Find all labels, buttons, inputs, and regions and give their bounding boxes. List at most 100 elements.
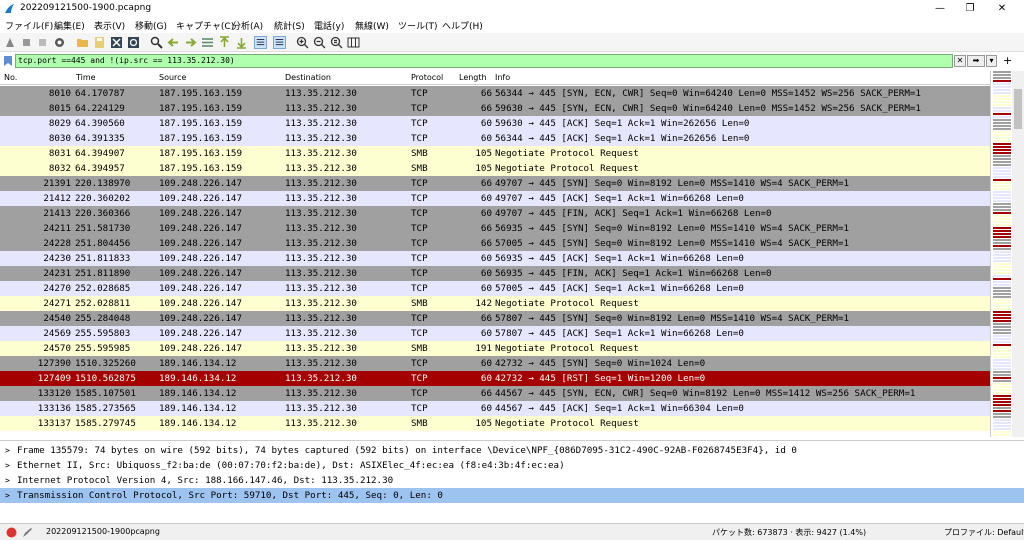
menu-capture[interactable]: キャプチャ(C)	[176, 19, 234, 32]
menu-telephony[interactable]: 電話(y)	[314, 19, 344, 32]
capture-comment-icon[interactable]	[22, 527, 33, 538]
expand-arrow-icon[interactable]: >	[5, 488, 10, 503]
maximize-button[interactable]: ❐	[956, 0, 984, 17]
packet-list[interactable]: 8010 64.170787 187.195.163.159 113.35.212.3…	[0, 86, 990, 438]
packet-source: 109.248.226.147	[159, 238, 242, 249]
zoom-out-icon[interactable]	[313, 36, 326, 49]
packet-row[interactable]: 133136 1585.273565 189.146.134.12 113.35.21…	[0, 401, 990, 416]
menu-tools[interactable]: ツール(T)	[398, 19, 438, 32]
packet-protocol: TCP	[411, 103, 428, 114]
packet-source: 189.146.134.12	[159, 373, 237, 384]
column-protocol[interactable]: Protocol	[411, 73, 443, 82]
packet-row[interactable]: 8032 64.394957 187.195.163.159 113.35.212.3…	[0, 161, 990, 176]
detail-row-ethernet[interactable]: > Ethernet II, Src: Ubiquoss_f2:ba:de (00…	[0, 458, 1024, 473]
autoscroll-icon[interactable]	[254, 36, 267, 49]
column-source[interactable]: Source	[159, 73, 186, 82]
minimize-button[interactable]: —	[926, 0, 954, 17]
packet-row[interactable]: 127409 1510.562875 189.146.134.12 113.35.21…	[0, 371, 990, 386]
close-button[interactable]: ✕	[988, 0, 1016, 17]
column-time[interactable]: Time	[76, 73, 96, 82]
packet-row[interactable]: 24270 252.028685 109.248.226.147 113.35.212…	[0, 281, 990, 296]
menu-wireless[interactable]: 無線(W)	[355, 19, 389, 32]
packet-row[interactable]: 21391 220.138970 109.248.226.147 113.35.212…	[0, 176, 990, 191]
expert-info-icon[interactable]	[6, 527, 17, 538]
column-no[interactable]: No.	[4, 73, 17, 82]
packet-row[interactable]: 24570 255.595985 109.248.226.147 113.35.212…	[0, 341, 990, 356]
column-info[interactable]: Info	[495, 73, 510, 82]
save-file-icon[interactable]	[93, 36, 106, 49]
detail-row-ipv4[interactable]: > Internet Protocol Version 4, Src: 188.1…	[0, 473, 1024, 488]
status-profile[interactable]: プロファイル: Default	[944, 527, 1024, 538]
colorize-icon[interactable]	[273, 36, 286, 49]
column-length[interactable]: Length	[459, 73, 487, 82]
packet-row[interactable]: 24231 251.811890 109.248.226.147 113.35.212…	[0, 266, 990, 281]
vertical-scrollbar[interactable]	[1012, 71, 1024, 437]
packet-row[interactable]: 133137 1585.279745 189.146.134.12 113.35.21…	[0, 416, 990, 431]
packet-row[interactable]: 127390 1510.325260 189.146.134.12 113.35.21…	[0, 356, 990, 371]
go-forward-icon[interactable]	[184, 36, 197, 49]
filter-history-button[interactable]: ▾	[986, 55, 997, 67]
packet-row[interactable]: 8031 64.394907 187.195.163.159 113.35.212.3…	[0, 146, 990, 161]
packet-row[interactable]: 24228 251.804456 109.248.226.147 113.35.212…	[0, 236, 990, 251]
menu-analyze[interactable]: 分析(A)	[232, 19, 263, 32]
detail-row-frame[interactable]: > Frame 135579: 74 bytes on wire (592 bit…	[0, 443, 1024, 458]
minimap-stripe	[993, 323, 1011, 325]
go-back-icon[interactable]	[167, 36, 180, 49]
menu-help[interactable]: ヘルプ(H)	[442, 19, 483, 32]
packet-length: 66	[480, 313, 492, 324]
packet-row[interactable]: 24569 255.595803 109.248.226.147 113.35.212…	[0, 326, 990, 341]
scrollbar-thumb[interactable]	[1014, 89, 1022, 129]
detail-row-tcp[interactable]: > Transmission Control Protocol, Src Port…	[0, 488, 1024, 503]
packet-row[interactable]: 8010 64.170787 187.195.163.159 113.35.212.3…	[0, 86, 990, 101]
packet-row[interactable]: 21412 220.360202 109.248.226.147 113.35.212…	[0, 191, 990, 206]
packet-source: 189.146.134.12	[159, 358, 237, 369]
packet-minimap[interactable]	[990, 71, 1012, 437]
packet-row[interactable]: 24540 255.284048 109.248.226.147 113.35.212…	[0, 311, 990, 326]
add-filter-button[interactable]: +	[1003, 54, 1012, 67]
last-packet-icon[interactable]	[235, 36, 248, 49]
packet-row[interactable]: 21413 220.360366 109.248.226.147 113.35.212…	[0, 206, 990, 221]
close-file-icon[interactable]	[110, 36, 123, 49]
menu-view[interactable]: 表示(V)	[94, 19, 125, 32]
apply-filter-button[interactable]: ➡	[967, 55, 985, 67]
start-capture-icon[interactable]	[4, 36, 17, 49]
capture-options-icon[interactable]	[53, 36, 66, 49]
bookmark-icon[interactable]	[3, 55, 13, 67]
packet-row[interactable]: 133120 1585.107501 189.146.134.12 113.35.21…	[0, 386, 990, 401]
go-to-packet-icon[interactable]	[201, 36, 214, 49]
packet-row[interactable]: 24271 252.028811 109.248.226.147 113.35.212…	[0, 296, 990, 311]
restart-capture-icon[interactable]	[36, 36, 49, 49]
resize-columns-icon[interactable]	[347, 36, 360, 49]
column-destination[interactable]: Destination	[285, 73, 331, 82]
packet-time: 64.394907	[75, 148, 125, 159]
menu-go[interactable]: 移動(G)	[135, 19, 167, 32]
menu-file[interactable]: ファイル(F)	[5, 19, 53, 32]
packet-row[interactable]: 8029 64.390560 187.195.163.159 113.35.212.3…	[0, 116, 990, 131]
expand-arrow-icon[interactable]: >	[5, 458, 10, 473]
clear-filter-button[interactable]: ✕	[954, 55, 966, 67]
minimap-stripe	[993, 80, 1011, 82]
packet-row[interactable]: 24230 251.811833 109.248.226.147 113.35.212…	[0, 251, 990, 266]
status-bar: 202209121500-1900pcapng パケット数: 673873 · …	[0, 523, 1024, 540]
display-filter-input[interactable]: tcp.port ==445 and !(ip.src == 113.35.21…	[15, 54, 953, 68]
expand-arrow-icon[interactable]: >	[5, 443, 10, 458]
zoom-in-icon[interactable]	[296, 36, 309, 49]
packet-row[interactable]: 8030 64.391335 187.195.163.159 113.35.212.3…	[0, 131, 990, 146]
packet-row[interactable]: 8015 64.224129 187.195.163.159 113.35.212.3…	[0, 101, 990, 116]
stop-capture-icon[interactable]	[20, 36, 33, 49]
menu-edit[interactable]: 編集(E)	[54, 19, 85, 32]
packet-source: 187.195.163.159	[159, 163, 242, 174]
minimap-stripe	[993, 212, 1011, 214]
reload-file-icon[interactable]	[127, 36, 140, 49]
minimap-stripe	[993, 335, 1011, 337]
normal-size-icon[interactable]	[330, 36, 343, 49]
first-packet-icon[interactable]	[218, 36, 231, 49]
find-packet-icon[interactable]	[150, 36, 163, 49]
packet-protocol: SMB	[411, 298, 428, 309]
minimap-stripe	[993, 338, 1011, 340]
packet-row[interactable]: 24211 251.581730 109.248.226.147 113.35.212…	[0, 221, 990, 236]
expand-arrow-icon[interactable]: >	[5, 473, 10, 488]
packet-no: 127409	[37, 373, 71, 384]
open-file-icon[interactable]	[76, 36, 89, 49]
menu-statistics[interactable]: 統計(S)	[274, 19, 305, 32]
